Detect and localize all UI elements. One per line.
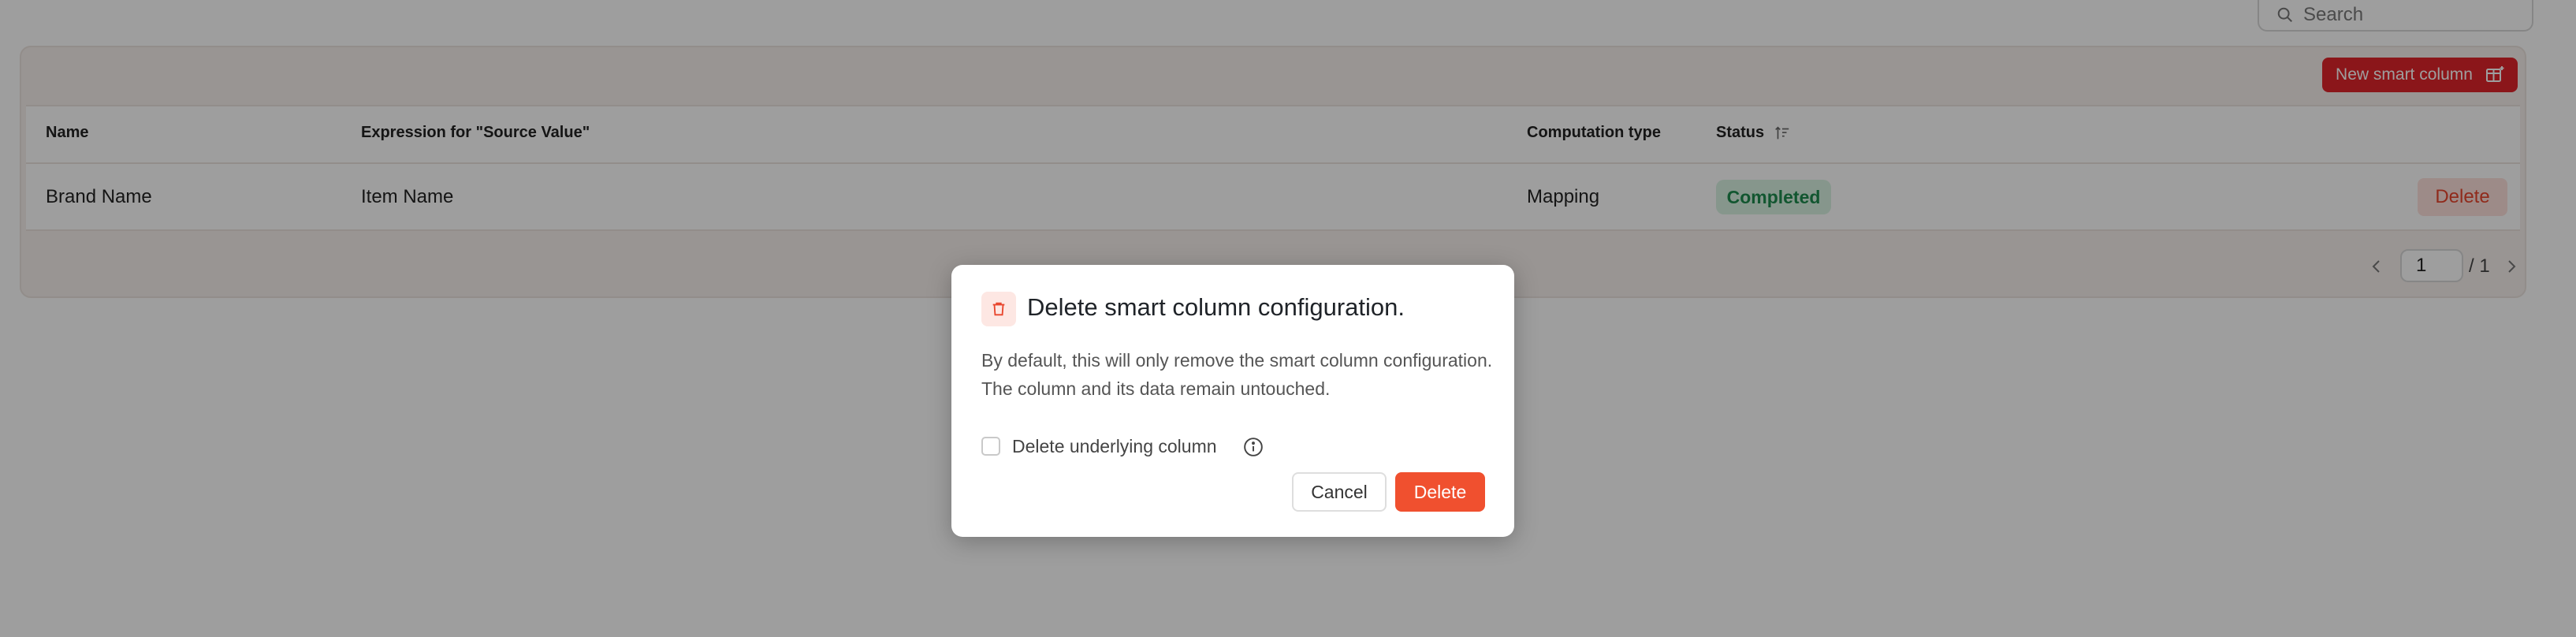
cancel-button[interactable]: Cancel bbox=[1292, 472, 1387, 512]
confirm-delete-button[interactable]: Delete bbox=[1395, 472, 1485, 512]
info-icon[interactable] bbox=[1243, 437, 1264, 457]
delete-underlying-column-checkbox[interactable] bbox=[981, 437, 1000, 456]
checkbox-label[interactable]: Delete underlying column bbox=[1012, 436, 1217, 457]
delete-confirmation-dialog: Delete smart column configuration. By de… bbox=[951, 265, 1514, 537]
dialog-description: By default, this will only remove the sm… bbox=[981, 350, 1493, 399]
dialog-title: Delete smart column configuration. bbox=[1027, 293, 1405, 321]
trash-icon bbox=[981, 292, 1016, 326]
